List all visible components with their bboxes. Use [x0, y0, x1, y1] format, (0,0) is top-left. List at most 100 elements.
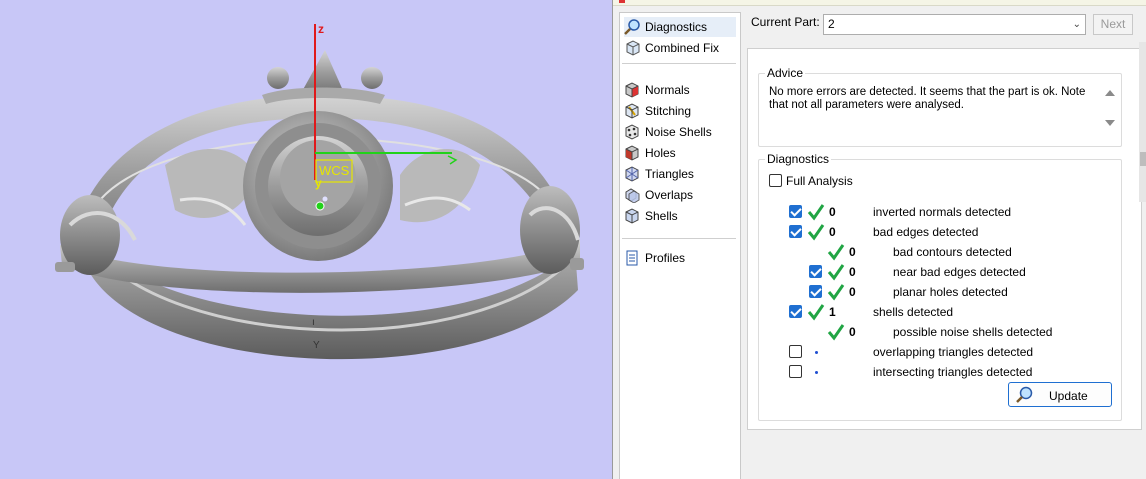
svg-text:Y: Y — [313, 340, 320, 351]
advice-text: No more errors are detected. It seems th… — [769, 86, 1089, 112]
full-analysis-label: Full Analysis — [786, 174, 853, 188]
nav-item-label: Normals — [645, 83, 690, 97]
row-label: inverted normals detected — [873, 205, 1012, 219]
pending-dot-icon — [815, 351, 818, 354]
update-button[interactable]: Update — [1008, 382, 1112, 407]
diag-row-noise-shells: 0 possible noise shells detected — [759, 322, 1119, 342]
pending-dot-icon — [815, 371, 818, 374]
row-checkbox[interactable] — [789, 365, 802, 378]
overlaps-icon — [624, 187, 640, 204]
panel-scrollbar[interactable] — [1139, 42, 1146, 202]
advice-scrollbar[interactable] — [1103, 86, 1117, 130]
fix-wizard-panel: Diagnostics Combined Fix Normals Stitchi… — [612, 0, 1146, 479]
green-check-icon — [807, 204, 825, 221]
magnifier-icon — [1015, 386, 1033, 404]
advice-group: Advice No more errors are detected. It s… — [758, 66, 1122, 147]
cube-fix-icon — [624, 40, 640, 56]
green-check-icon — [807, 224, 825, 241]
axis-y-label: y — [315, 176, 322, 190]
row-label: overlapping triangles detected — [873, 345, 1034, 359]
row-checkbox[interactable] — [809, 265, 822, 278]
row-checkbox[interactable] — [789, 345, 802, 358]
diag-row-bad-edges: 0 bad edges detected — [759, 222, 1119, 242]
row-label: near bad edges detected — [893, 265, 1026, 279]
nav-item-label: Triangles — [645, 167, 694, 181]
green-check-icon — [827, 324, 845, 341]
advice-text-line: No more errors are detected. It seems th… — [769, 86, 1086, 98]
row-label: planar holes detected — [893, 285, 1008, 299]
row-label: intersecting triangles detected — [873, 365, 1033, 379]
row-checkbox[interactable] — [789, 205, 802, 218]
axis-z-label: z — [318, 22, 324, 36]
diag-row-overlapping-triangles: overlapping triangles detected — [759, 342, 1119, 362]
nav-item-diagnostics[interactable]: Diagnostics — [624, 17, 736, 37]
green-check-icon — [807, 304, 825, 321]
nav-item-shells[interactable]: Shells — [624, 206, 736, 226]
row-checkbox[interactable] — [809, 285, 822, 298]
diag-row-near-bad-edges: 0 near bad edges detected — [759, 262, 1119, 282]
row-label: shells detected — [873, 305, 954, 319]
green-check-icon — [827, 264, 845, 281]
wcs-label: WCS — [319, 163, 350, 178]
advice-title: Advice — [765, 66, 806, 80]
nav-item-label: Shells — [645, 209, 678, 223]
full-analysis-checkbox[interactable] — [769, 174, 782, 187]
row-label: bad edges detected — [873, 225, 979, 239]
row-label: possible noise shells detected — [893, 325, 1053, 339]
normals-cube-icon — [624, 82, 640, 98]
green-check-icon — [827, 284, 845, 301]
row-label: bad contours detected — [893, 245, 1012, 259]
nav-item-label: Noise Shells — [645, 125, 712, 139]
row-count: 0 — [849, 265, 856, 279]
profiles-icon — [624, 250, 640, 266]
nav-item-combined-fix[interactable]: Combined Fix — [624, 38, 736, 58]
scroll-down-icon[interactable] — [1105, 120, 1115, 126]
nav-item-overlaps[interactable]: Overlaps — [624, 185, 736, 205]
nav-item-label: Overlaps — [645, 188, 694, 202]
nav-item-label: Holes — [645, 146, 676, 160]
green-check-icon — [827, 244, 845, 261]
nav-item-holes[interactable]: Holes — [624, 143, 736, 163]
magnifier-icon — [624, 19, 640, 35]
row-count: 0 — [829, 225, 836, 239]
row-checkbox[interactable] — [789, 305, 802, 318]
nav-item-label: Diagnostics — [645, 20, 708, 34]
noise-shells-icon — [624, 124, 640, 140]
advice-text-line: that not all parameters were analysed. — [769, 99, 964, 111]
nav-item-stitching[interactable]: Stitching — [624, 101, 736, 121]
next-button[interactable]: Next — [1093, 14, 1133, 35]
triangles-icon — [624, 166, 640, 182]
nav-item-normals[interactable]: Normals — [624, 80, 736, 100]
current-part-select[interactable]: 2 ⌄ — [823, 14, 1086, 35]
nav-item-profiles[interactable]: Profiles — [624, 248, 736, 268]
3d-viewport[interactable]: ı Y z y WCS — [0, 0, 612, 479]
wizard-nav: Diagnostics Combined Fix Normals Stitchi… — [619, 12, 741, 479]
nav-item-label: Profiles — [645, 251, 686, 265]
ring-model-render: ı Y — [55, 24, 584, 360]
diagnostics-page: Current Part: 2 ⌄ Next Advice No more er… — [743, 6, 1146, 479]
current-part-label: Current Part: — [751, 15, 820, 29]
nav-item-noise-shells[interactable]: Noise Shells — [624, 122, 736, 142]
content-frame: Advice No more errors are detected. It s… — [747, 48, 1142, 430]
row-checkbox[interactable] — [789, 225, 802, 238]
diag-row-planar-holes: 0 planar holes detected — [759, 282, 1119, 302]
current-part-value: 2 — [828, 17, 835, 31]
nav-item-label: Stitching — [645, 104, 692, 118]
svg-text:ı: ı — [312, 317, 315, 328]
holes-cube-icon — [624, 145, 640, 161]
diag-row-inverted-normals: 0 inverted normals detected — [759, 202, 1119, 222]
shells-icon — [624, 208, 640, 224]
update-button-label: Update — [1049, 389, 1088, 403]
row-count: 0 — [849, 325, 856, 339]
diag-row-shells: 1 shells detected — [759, 302, 1119, 322]
row-count: 1 — [829, 305, 836, 319]
diag-row-intersecting-triangles: intersecting triangles detected — [759, 362, 1119, 382]
nav-item-triangles[interactable]: Triangles — [624, 164, 736, 184]
diag-row-bad-contours: 0 bad contours detected — [759, 242, 1119, 262]
scroll-up-icon[interactable] — [1105, 90, 1115, 96]
row-count: 0 — [849, 245, 856, 259]
stitching-icon — [624, 103, 640, 119]
row-count: 0 — [849, 285, 856, 299]
diagnostics-title: Diagnostics — [765, 152, 832, 166]
chevron-down-icon: ⌄ — [1072, 19, 1081, 30]
